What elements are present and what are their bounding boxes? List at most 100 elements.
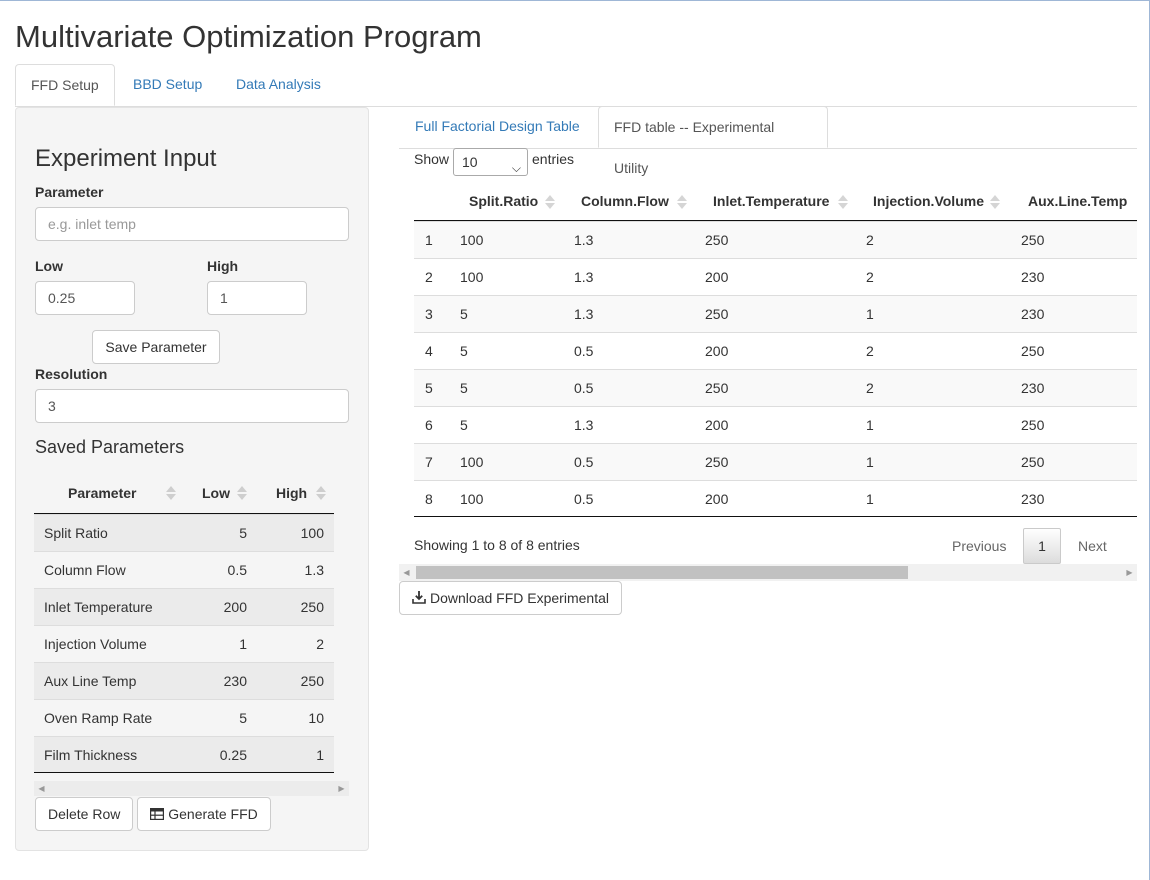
col-high[interactable]: High xyxy=(276,473,307,513)
tab-full-factorial-design-table[interactable]: Full Factorial Design Table xyxy=(400,106,595,147)
delete-row-button[interactable]: Delete Row xyxy=(35,797,133,831)
table-cell: 1 xyxy=(425,232,433,248)
table-header: Parameter Low High xyxy=(34,473,334,514)
table-cell: 1.3 xyxy=(574,306,594,322)
download-icon xyxy=(412,591,426,604)
table-cell: 1 xyxy=(866,417,874,433)
scrollbar-thumb[interactable] xyxy=(416,566,908,579)
col-split-ratio[interactable]: Split.Ratio xyxy=(469,182,538,220)
parameter-label: Parameter xyxy=(35,184,104,200)
sort-icon xyxy=(236,486,248,500)
saved-parameters-table: Parameter Low High Split Ratio 5 100 Column… xyxy=(34,473,334,773)
scroll-left-icon[interactable]: ◀ xyxy=(399,565,414,580)
table-cell: 1 xyxy=(316,747,324,763)
table-row[interactable]: 6 5 1.3 200 1 250 xyxy=(414,406,1137,443)
table-cell: 2 xyxy=(866,380,874,396)
table-cell: 250 xyxy=(705,306,729,322)
previous-button[interactable]: Previous xyxy=(952,528,1006,564)
table-cell: 250 xyxy=(705,380,729,396)
table-cell: 100 xyxy=(460,454,484,470)
sort-icon xyxy=(676,195,688,209)
table-row[interactable]: 2 100 1.3 200 2 230 xyxy=(414,258,1137,295)
scroll-left-icon[interactable]: ◀ xyxy=(34,781,49,796)
entries-label: entries xyxy=(532,151,575,167)
table-cell: 1.3 xyxy=(304,562,324,578)
sort-icon xyxy=(989,195,1001,209)
table-row[interactable]: 4 5 0.5 200 2 250 xyxy=(414,332,1137,369)
table-row[interactable]: Split Ratio 5 100 xyxy=(34,514,334,551)
table-cell: 100 xyxy=(460,232,484,248)
table-cell: 200 xyxy=(223,599,247,615)
tab-bbd-setup[interactable]: BBD Setup xyxy=(118,64,217,105)
col-parameter[interactable]: Parameter xyxy=(68,473,137,513)
resolution-input[interactable] xyxy=(35,389,349,423)
page-size-select[interactable]: 10 ⌵ xyxy=(453,148,528,176)
tab-ffd-experimental-utility[interactable]: FFD table -- Experimental Utility xyxy=(598,106,828,176)
table-row[interactable]: 7 100 0.5 250 1 250 xyxy=(414,443,1137,480)
table-cell: 5 xyxy=(460,343,468,359)
table-row[interactable]: 5 5 0.5 250 2 230 xyxy=(414,369,1137,406)
scroll-right-icon[interactable]: ▶ xyxy=(334,781,349,796)
table-cell: Film Thickness xyxy=(44,747,138,763)
table-cell: 1 xyxy=(866,306,874,322)
low-input[interactable] xyxy=(35,281,135,315)
generate-ffd-button[interactable]: Generate FFD xyxy=(137,797,271,831)
download-ffd-label: Download FFD Experimental xyxy=(430,590,609,606)
table-cell: 5 xyxy=(239,525,247,541)
tab-data-analysis[interactable]: Data Analysis xyxy=(221,64,336,105)
col-injection-volume[interactable]: Injection.Volume xyxy=(873,182,984,220)
col-column-flow[interactable]: Column.Flow xyxy=(581,182,669,220)
table-cell: 0.5 xyxy=(574,491,594,507)
table-cell: 2 xyxy=(866,232,874,248)
main-tabs: FFD Setup BBD Setup Data Analysis xyxy=(15,64,1137,107)
parameter-input[interactable] xyxy=(35,207,349,241)
table-cell: 7 xyxy=(425,454,433,470)
tab-ffd-setup[interactable]: FFD Setup xyxy=(15,64,115,106)
page-1-button[interactable]: 1 xyxy=(1023,528,1061,564)
table-row[interactable]: Aux Line Temp 230 250 xyxy=(34,662,334,699)
table-cell: 250 xyxy=(705,232,729,248)
table-cell: 100 xyxy=(300,525,324,541)
table-cell: 0.5 xyxy=(574,343,594,359)
table-cell: 1.3 xyxy=(574,417,594,433)
table-cell: 230 xyxy=(1021,306,1045,322)
table-cell: 0.25 xyxy=(219,747,247,763)
table-row[interactable]: 3 5 1.3 250 1 230 xyxy=(414,295,1137,332)
table-cell: 200 xyxy=(705,343,729,359)
table-header: Split.Ratio Column.Flow Inlet.Temperatur… xyxy=(414,182,1137,221)
table-row[interactable]: Column Flow 0.5 1.3 xyxy=(34,551,334,588)
download-ffd-button[interactable]: Download FFD Experimental xyxy=(399,581,622,615)
table-cell: 100 xyxy=(460,491,484,507)
result-tabs: Full Factorial Design Table FFD table --… xyxy=(399,106,1137,176)
table-row[interactable]: Inlet Temperature 200 250 xyxy=(34,588,334,625)
table-row[interactable]: Injection Volume 1 2 xyxy=(34,625,334,662)
table-cell: 200 xyxy=(705,491,729,507)
table-cell: 230 xyxy=(223,673,247,689)
table-cell: 2 xyxy=(425,269,433,285)
col-inlet-temperature[interactable]: Inlet.Temperature xyxy=(713,182,829,220)
sort-icon xyxy=(544,195,556,209)
table-row[interactable]: 1 100 1.3 250 2 250 xyxy=(414,221,1137,258)
table-cell: 200 xyxy=(705,417,729,433)
table-cell: 5 xyxy=(425,380,433,396)
next-button[interactable]: Next xyxy=(1078,528,1107,564)
table-icon xyxy=(150,807,165,821)
table-cell: 1 xyxy=(239,636,247,652)
col-low[interactable]: Low xyxy=(202,473,230,513)
scroll-right-icon[interactable]: ▶ xyxy=(1122,565,1137,580)
table-row[interactable]: Film Thickness 0.25 1 xyxy=(34,736,334,773)
sort-icon xyxy=(165,486,177,500)
page-title: Multivariate Optimization Program xyxy=(15,19,482,54)
table-cell: 1 xyxy=(866,491,874,507)
table-row[interactable]: 8 100 0.5 200 1 230 xyxy=(414,480,1137,517)
table-cell: 250 xyxy=(1021,232,1045,248)
table-cell: 6 xyxy=(425,417,433,433)
saved-table-scrollbar[interactable]: ◀ ▶ xyxy=(34,781,349,796)
table-cell: 0.5 xyxy=(574,454,594,470)
saved-parameters-heading: Saved Parameters xyxy=(35,437,185,457)
col-aux-line-temp[interactable]: Aux.Line.Temp xyxy=(1028,182,1127,220)
high-input[interactable] xyxy=(207,281,307,315)
table-row[interactable]: Oven Ramp Rate 5 10 xyxy=(34,699,334,736)
save-parameter-button[interactable]: Save Parameter xyxy=(92,330,220,364)
table-horizontal-scrollbar[interactable]: ◀ ▶ xyxy=(399,564,1137,581)
